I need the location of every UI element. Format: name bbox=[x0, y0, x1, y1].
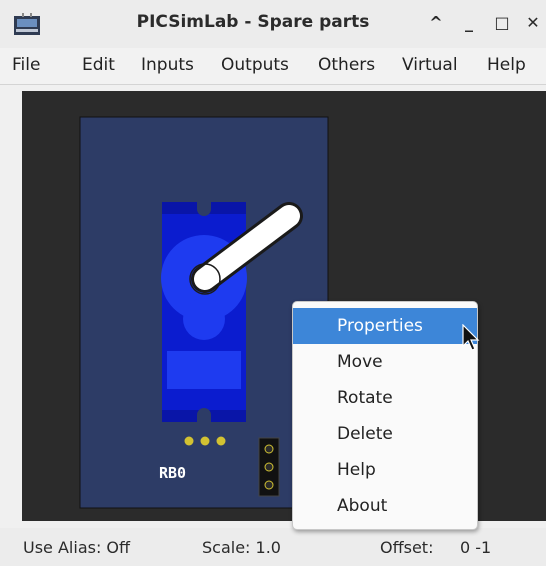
status-offset-value[interactable]: 0 -1 bbox=[460, 538, 491, 557]
menu-others[interactable]: Others bbox=[318, 55, 375, 75]
ctx-about[interactable]: About bbox=[293, 488, 477, 524]
menu-file[interactable]: File bbox=[12, 55, 40, 75]
status-bar: Use Alias: Off Scale: 1.0 Offset: 0 -1 bbox=[0, 528, 546, 566]
ctx-delete[interactable]: Delete bbox=[293, 416, 477, 452]
title-bar[interactable]: PICSimLab - Spare parts ^ _ □ ✕ bbox=[0, 0, 546, 49]
mouse-pointer-icon bbox=[462, 324, 480, 351]
pin-dot bbox=[216, 436, 226, 446]
pin-connector[interactable] bbox=[258, 437, 280, 497]
maximize-button[interactable]: □ bbox=[493, 14, 511, 32]
pin-dot bbox=[184, 436, 194, 446]
menu-inputs[interactable]: Inputs bbox=[141, 55, 194, 75]
pin-label: RB0 bbox=[159, 464, 186, 482]
servo-motor[interactable] bbox=[161, 202, 247, 422]
maximize-caret-icon[interactable]: ^ bbox=[427, 14, 445, 32]
status-alias[interactable]: Use Alias: Off bbox=[23, 538, 130, 557]
pin-dot bbox=[200, 436, 210, 446]
menu-bar: File Edit Inputs Outputs Others Virtual … bbox=[0, 48, 546, 85]
ctx-move[interactable]: Move bbox=[293, 344, 477, 380]
ctx-rotate[interactable]: Rotate bbox=[293, 380, 477, 416]
status-scale[interactable]: Scale: 1.0 bbox=[202, 538, 281, 557]
menu-virtual[interactable]: Virtual bbox=[402, 55, 458, 75]
close-button[interactable]: ✕ bbox=[524, 14, 542, 32]
ctx-help[interactable]: Help bbox=[293, 452, 477, 488]
menu-edit[interactable]: Edit bbox=[82, 55, 115, 75]
minimize-button[interactable]: _ bbox=[460, 14, 478, 32]
menu-help[interactable]: Help bbox=[487, 55, 526, 75]
ctx-properties[interactable]: Properties bbox=[293, 308, 477, 344]
context-menu: Properties Move Rotate Delete Help About bbox=[292, 301, 478, 530]
menu-outputs[interactable]: Outputs bbox=[221, 55, 289, 75]
status-offset-label: Offset: bbox=[380, 538, 434, 557]
